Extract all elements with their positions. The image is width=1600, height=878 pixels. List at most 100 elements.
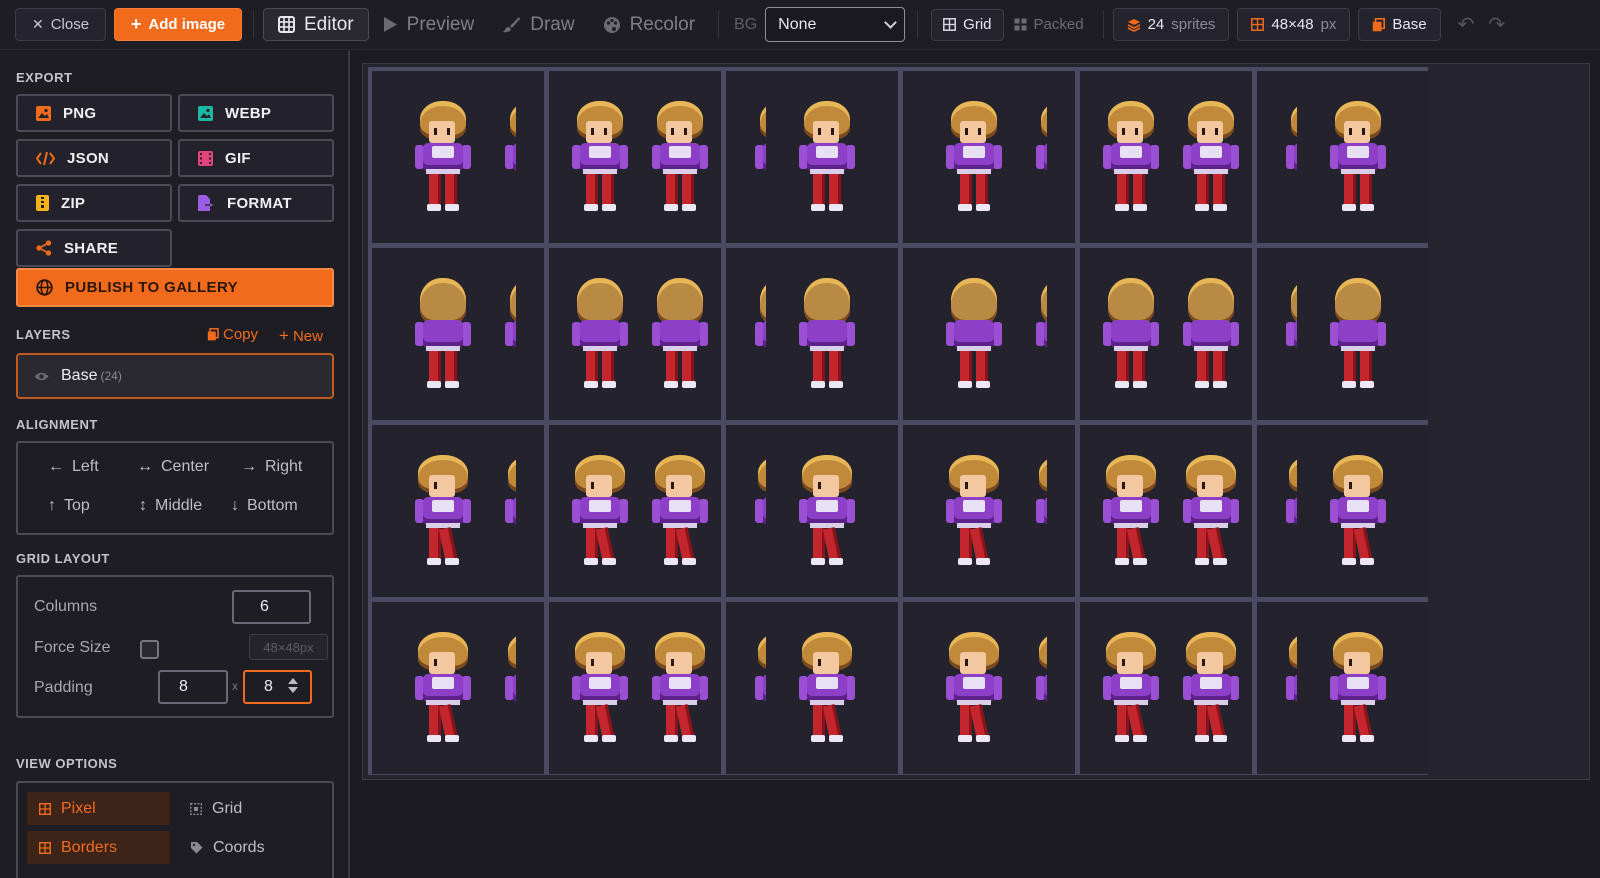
export-json-button[interactable]: JSON xyxy=(16,139,172,177)
arrow-down-icon: ↓ xyxy=(231,497,239,514)
sprite-frame xyxy=(1100,628,1162,746)
sprite-frame xyxy=(752,97,766,215)
padding-y-value: 8 xyxy=(264,678,273,695)
align-middle-button[interactable]: ↕ Middle xyxy=(139,497,202,515)
tab-preview[interactable]: Preview xyxy=(369,8,489,41)
sprite-cell[interactable] xyxy=(903,602,1075,774)
sprite-frame xyxy=(412,274,474,392)
sprite-frame xyxy=(649,97,711,215)
sprite-cell[interactable] xyxy=(372,425,544,597)
align-left-button[interactable]: ← Left xyxy=(48,458,99,476)
sprite-cell[interactable] xyxy=(903,248,1075,420)
sprite-frame xyxy=(412,451,474,569)
stepper-arrows[interactable] xyxy=(288,678,298,693)
export-zip-button[interactable]: ZIP xyxy=(16,184,172,222)
sprite-cell[interactable] xyxy=(549,602,721,774)
sprite-cell[interactable] xyxy=(372,248,544,420)
export-share-button[interactable]: SHARE xyxy=(16,229,172,267)
new-layer-button[interactable]: + New xyxy=(279,326,323,346)
sprite-cell[interactable] xyxy=(726,602,898,774)
force-size-checkbox[interactable] xyxy=(140,640,159,659)
sprite-frame xyxy=(1033,274,1047,392)
toolbar-divider xyxy=(253,10,254,39)
bg-select[interactable]: None xyxy=(765,7,906,42)
grid-small-icon xyxy=(39,841,51,854)
sprite-sheet[interactable] xyxy=(362,63,1590,780)
sprite-cell[interactable] xyxy=(903,71,1075,243)
view-pixel-toggle[interactable]: Pixel xyxy=(27,792,170,825)
tab-draw[interactable]: Draw xyxy=(488,8,588,41)
sprite-cell[interactable] xyxy=(1257,248,1429,420)
align-top-button[interactable]: ↑ Top xyxy=(48,497,90,515)
publish-label: PUBLISH TO GALLERY xyxy=(65,279,239,296)
sprite-cell[interactable] xyxy=(1257,71,1429,243)
redo-icon[interactable]: ↷ xyxy=(1488,12,1505,37)
sprite-cell[interactable] xyxy=(549,425,721,597)
view-grid-toggle[interactable]: Grid xyxy=(178,792,321,825)
close-button[interactable]: ✕ Close xyxy=(15,8,106,41)
sprite-cell[interactable] xyxy=(549,248,721,420)
view-coords-toggle[interactable]: Coords xyxy=(178,831,321,864)
sprite-frame xyxy=(752,274,766,392)
export-zip-label: ZIP xyxy=(61,194,86,212)
export-webp-label: WEBP xyxy=(225,104,272,122)
sprite-cell[interactable] xyxy=(1257,602,1429,774)
sprite-frame xyxy=(1033,451,1047,569)
layers-icon xyxy=(1127,18,1140,32)
sprite-frame xyxy=(569,628,631,746)
sprite-cell[interactable] xyxy=(1080,248,1252,420)
layer-select-button[interactable]: Base xyxy=(1358,8,1441,41)
sprite-cell[interactable] xyxy=(726,71,898,243)
sprite-cell[interactable] xyxy=(1080,71,1252,243)
packed-mode-button[interactable]: Packed xyxy=(1004,8,1094,41)
sprite-frame xyxy=(649,451,711,569)
sprite-cell[interactable] xyxy=(372,71,544,243)
add-image-button[interactable]: + Add image xyxy=(114,8,242,41)
grid-mode-button[interactable]: Grid xyxy=(931,8,1004,41)
align-center-button[interactable]: ↔ Center xyxy=(137,458,209,476)
sprite-cell[interactable] xyxy=(1080,602,1252,774)
copy-layer-button[interactable]: Copy xyxy=(207,326,258,343)
publish-to-gallery-button[interactable]: PUBLISH TO GALLERY xyxy=(16,268,334,307)
sprite-frame xyxy=(943,97,1005,215)
sprite-cell[interactable] xyxy=(726,248,898,420)
tab-recolor[interactable]: Recolor xyxy=(589,8,709,41)
sprite-frame xyxy=(649,274,711,392)
sprite-cell[interactable] xyxy=(903,425,1075,597)
export-format-button[interactable]: FORMAT xyxy=(178,184,334,222)
canvas-area[interactable] xyxy=(352,51,1600,878)
film-icon xyxy=(198,150,213,166)
export-webp-button[interactable]: WEBP xyxy=(178,94,334,132)
sprite-cell[interactable] xyxy=(726,425,898,597)
toolbar-divider xyxy=(1102,10,1104,39)
arrow-up-down-icon: ↕ xyxy=(139,497,147,514)
sprite-frame xyxy=(796,97,858,215)
force-size-field[interactable]: 48×48px xyxy=(249,634,328,660)
sprite-frame xyxy=(1100,274,1162,392)
sprite-cell[interactable] xyxy=(549,71,721,243)
sprite-frame xyxy=(943,628,1005,746)
layer-item-base[interactable]: Base (24) xyxy=(16,353,334,399)
padding-y-input[interactable]: 8 xyxy=(243,670,312,704)
undo-icon[interactable]: ↶ xyxy=(1458,12,1475,37)
align-bottom-button[interactable]: ↓ Bottom xyxy=(231,497,298,515)
columns-input[interactable]: 6 xyxy=(232,590,311,624)
sprite-frame xyxy=(796,451,858,569)
sidebar: EXPORT PNG WEBP JSON GIF ZIP FORMAT SHAR… xyxy=(0,51,350,878)
alignment-section-title: ALIGNMENT xyxy=(16,417,98,432)
padding-x-input[interactable]: 8 xyxy=(158,670,228,704)
sprite-cell[interactable] xyxy=(372,602,544,774)
sprite-frame xyxy=(1033,97,1047,215)
arrow-left-right-icon: ↔ xyxy=(137,458,153,475)
sprite-grid[interactable] xyxy=(368,67,1429,775)
export-gif-button[interactable]: GIF xyxy=(178,139,334,177)
export-png-button[interactable]: PNG xyxy=(16,94,172,132)
view-borders-toggle[interactable]: Borders xyxy=(27,831,170,864)
grid-dotted-icon xyxy=(190,802,202,815)
tab-editor[interactable]: Editor xyxy=(263,8,369,41)
sprite-cell[interactable] xyxy=(1257,425,1429,597)
export-share-label: SHARE xyxy=(64,239,119,257)
sprite-cell[interactable] xyxy=(1080,425,1252,597)
align-right-button[interactable]: → Right xyxy=(241,458,302,476)
eye-icon[interactable] xyxy=(34,371,49,382)
